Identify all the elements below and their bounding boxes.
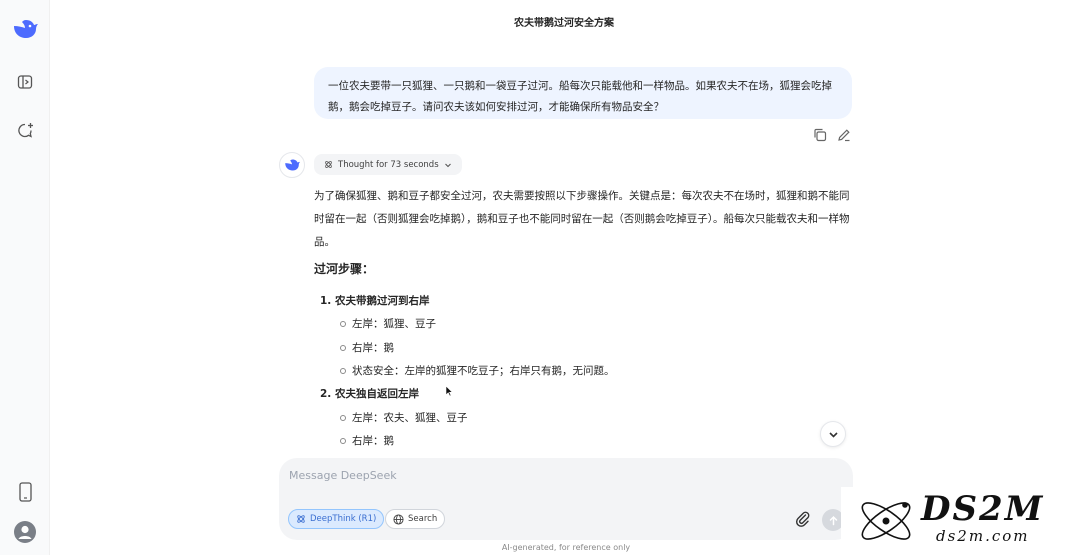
- deepthink-atom-icon: [297, 515, 305, 523]
- message-composer: Message DeepSeek DeepThink (R1) Search: [279, 458, 853, 540]
- step-2-title: 2. 农夫独自返回左岸: [320, 388, 419, 400]
- disclaimer-text: AI-generated, for reference only: [501, 543, 631, 552]
- watermark-domain: ds2m.com: [936, 527, 1030, 545]
- attach-file-icon[interactable]: [794, 510, 812, 528]
- message-actions: [813, 127, 851, 142]
- search-button[interactable]: Search: [385, 509, 446, 529]
- page-title: 农夫带鹅过河安全方案: [514, 18, 614, 29]
- mobile-app-icon[interactable]: [12, 479, 38, 505]
- message-input[interactable]: Message DeepSeek: [289, 469, 397, 482]
- deepthink-atom-icon: [325, 161, 332, 168]
- chevron-down-icon: [444, 163, 451, 167]
- copy-icon[interactable]: [813, 127, 827, 142]
- user-avatar[interactable]: [12, 519, 38, 545]
- deepthink-label: DeepThink (R1): [310, 514, 377, 524]
- new-chat-icon[interactable]: [12, 117, 38, 143]
- bullet-icon: [340, 367, 346, 374]
- edit-icon[interactable]: [837, 127, 851, 142]
- mouse-cursor-icon: [445, 382, 454, 401]
- watermark: DS2M ds2m.com: [841, 487, 1079, 555]
- bullet-icon: [340, 320, 346, 327]
- chevron-down-icon: [828, 431, 838, 438]
- bullet-icon: [340, 414, 346, 421]
- step-1-title: 1. 农夫带鹅过河到右岸: [320, 295, 430, 307]
- search-label: Search: [408, 514, 438, 524]
- thought-toggle[interactable]: Thought for 73 seconds: [314, 154, 462, 175]
- list-item: 左岸：狐狸、豆子: [340, 316, 436, 331]
- atom-logo-icon: [861, 502, 911, 540]
- answer-intro: 为了确保狐狸、鹅和豆子都安全过河，农夫需要按照以下步骤操作。关键点是：每次农夫不…: [314, 185, 854, 254]
- deepseek-logo-icon[interactable]: [12, 16, 38, 42]
- user-message: 一位农夫要带一只狐狸、一只鹅和一袋豆子过河。船每次只能载他和一样物品。如果农夫不…: [314, 67, 852, 119]
- steps-heading: 过河步骤：: [314, 262, 375, 276]
- scroll-to-bottom-button[interactable]: [820, 421, 846, 447]
- bullet-icon: [340, 344, 346, 351]
- thought-label: Thought for 73 seconds: [338, 159, 439, 170]
- watermark-brand: DS2M: [921, 489, 1045, 529]
- arrow-up-icon: [829, 515, 837, 525]
- sidebar: [0, 0, 50, 555]
- open-sidebar-icon[interactable]: [12, 69, 38, 95]
- list-item: 状态安全：左岸的狐狸不吃豆子；右岸只有鹅，无问题。: [340, 363, 615, 378]
- deepthink-button[interactable]: DeepThink (R1): [288, 509, 385, 529]
- answer-paragraph: 为了确保狐狸、鹅和豆子都安全过河，农夫需要按照以下步骤操作。关键点是：每次农夫不…: [314, 190, 850, 248]
- globe-icon: [393, 513, 404, 525]
- bullet-icon: [340, 437, 346, 444]
- list-item: 右岸：鹅: [340, 340, 394, 355]
- list-item: 左岸：农夫、狐狸、豆子: [340, 410, 468, 425]
- assistant-avatar-icon: [279, 152, 305, 178]
- list-item: 右岸：鹅: [340, 433, 394, 448]
